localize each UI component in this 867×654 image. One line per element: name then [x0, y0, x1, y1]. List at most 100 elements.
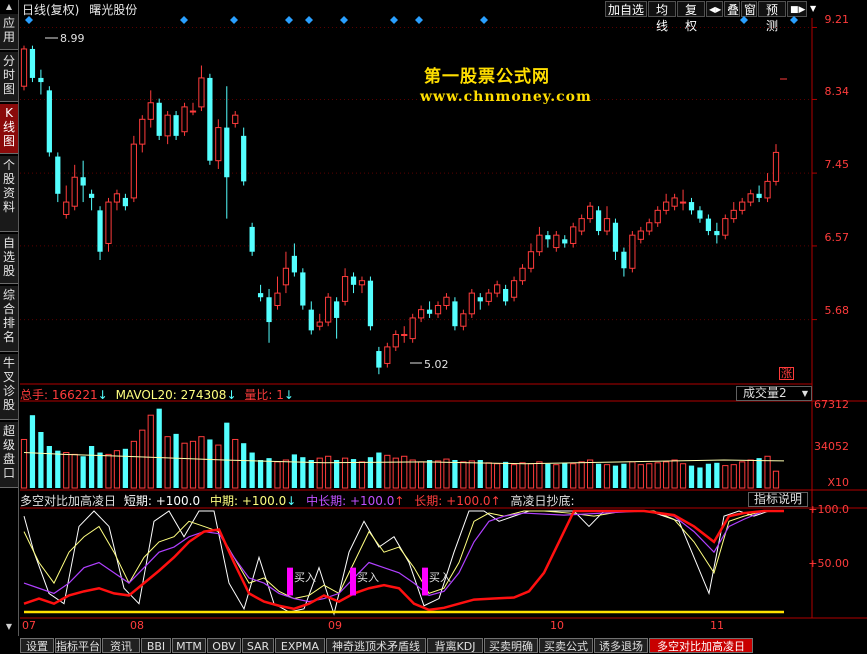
indicator-tab[interactable]: 买卖公式: [539, 638, 593, 653]
volume-ratio-value: 1: [276, 388, 284, 402]
candle-body: [325, 296, 332, 323]
candle-body: [562, 239, 568, 244]
volume-bar: [164, 436, 171, 489]
volume-bar: [697, 467, 703, 488]
indicator-tab[interactable]: 指标平台: [55, 638, 101, 653]
volume-bar: [671, 459, 678, 489]
volume-bar: [334, 460, 340, 488]
candle-body: [705, 218, 712, 232]
volume-ratio-label: 量比:: [244, 388, 277, 402]
candle-body: [586, 205, 594, 220]
x-axis-label: 08: [130, 619, 144, 632]
volume-bar: [139, 429, 146, 489]
volume-bar: [105, 453, 112, 489]
signal-diamond-icon: [305, 16, 313, 24]
up-arrow-icon: ↑: [490, 494, 501, 508]
price-axis-label: 8.34: [824, 85, 850, 98]
volume-bar: [147, 414, 154, 489]
price-axis-label: 7.45: [824, 158, 850, 171]
volume-indicator-select[interactable]: 成交量2 ▼: [736, 386, 812, 401]
volume-bar: [181, 442, 188, 489]
volume-bar: [603, 464, 611, 489]
volume-bar: [570, 463, 577, 489]
indicator-tab[interactable]: 多空对比加高凌日: [649, 638, 753, 653]
volume-axis-label: 67312: [814, 398, 849, 411]
volume-bar: [485, 462, 492, 489]
candle-body: [97, 210, 103, 252]
candle-body: [401, 333, 408, 336]
candle-body: [122, 197, 129, 207]
indicator-tab[interactable]: SAR: [242, 638, 274, 653]
volume-bar: [519, 462, 526, 489]
candle-body: [764, 180, 771, 199]
candle-body: [519, 267, 526, 282]
candle-body: [612, 222, 619, 252]
volume-bar: [325, 455, 332, 489]
candle-body: [485, 292, 492, 302]
indicator-tab[interactable]: OBV: [207, 638, 241, 653]
volume-bar: [502, 461, 509, 488]
candle-body: [181, 106, 188, 133]
indicator-tab[interactable]: 背离KDJ: [427, 638, 483, 653]
candle-body: [654, 209, 661, 224]
candle-body: [527, 251, 535, 269]
volume-bar: [688, 465, 695, 488]
candle-body: [341, 276, 349, 302]
long-term-line: [23, 509, 784, 612]
zhang-badge[interactable]: 涨: [779, 367, 794, 380]
candle-body: [156, 102, 162, 136]
buy-signal-bar: [287, 567, 293, 596]
signal-diamond-icon: [285, 16, 293, 24]
signal-diamond-icon: [340, 16, 348, 24]
indicator-name[interactable]: 多空对比加高凌日: [20, 494, 116, 508]
total-volume-value: 166221: [51, 388, 98, 402]
signal-diamond-icon: [230, 16, 238, 24]
volume-bar: [63, 452, 70, 489]
volume-bar: [739, 461, 746, 489]
indicator-legend: 多空对比加高凌日 短期: +100.0 中期: +100.0↓ 中长期: +10…: [20, 492, 575, 509]
candle-body: [443, 296, 450, 307]
x-axis-label: 11: [710, 619, 724, 632]
buy-signal-label: 买入: [429, 571, 451, 584]
candle-body: [578, 218, 585, 232]
indicator-tab[interactable]: 资讯: [102, 638, 140, 653]
volume-bar: [409, 459, 416, 489]
candle-body: [739, 201, 746, 211]
candle-body: [308, 309, 314, 331]
candle-body: [502, 288, 509, 302]
volume-bar: [401, 455, 408, 489]
candle-body: [646, 222, 653, 232]
short-term-value: +100.0: [155, 494, 201, 508]
candle-body: [130, 143, 137, 199]
indicator-tab[interactable]: 神奇逃顶术矛盾线: [326, 638, 426, 653]
candle-body: [224, 127, 230, 178]
candle-body: [282, 267, 290, 286]
indicator-tab[interactable]: BBI: [141, 638, 171, 653]
signal-diamond-icon: [415, 16, 423, 24]
indicator-tab[interactable]: MTM: [172, 638, 206, 653]
candle-body: [207, 77, 213, 161]
candle-body: [621, 251, 627, 269]
indicator-tab[interactable]: 诱多退场: [594, 638, 648, 653]
volume-bar: [367, 457, 374, 488]
indicator-tab[interactable]: 设置: [20, 638, 54, 653]
volume-bar: [714, 462, 720, 488]
candle-body: [663, 201, 670, 211]
volume-bar: [29, 415, 36, 488]
volume-bar: [578, 461, 585, 489]
indicator-help-button[interactable]: 指标说明: [748, 492, 808, 507]
x-axis-label: 07: [22, 619, 36, 632]
indicator-tab[interactable]: EXPMA: [275, 638, 325, 653]
candle-body: [316, 321, 323, 327]
buy-signal-label: 买入: [294, 571, 316, 584]
indicator-tab[interactable]: 买卖明确: [484, 638, 538, 653]
volume-bar: [612, 465, 619, 488]
candle-body: [350, 276, 357, 285]
long-term-label: 长期:: [414, 494, 447, 508]
candle-body: [358, 280, 366, 286]
down-arrow-icon: ↓: [286, 494, 297, 508]
candle-body: [274, 292, 281, 307]
indicator-axis-label: +50.00: [808, 557, 849, 570]
volume-bar: [443, 458, 450, 489]
volume-bar: [562, 462, 568, 488]
